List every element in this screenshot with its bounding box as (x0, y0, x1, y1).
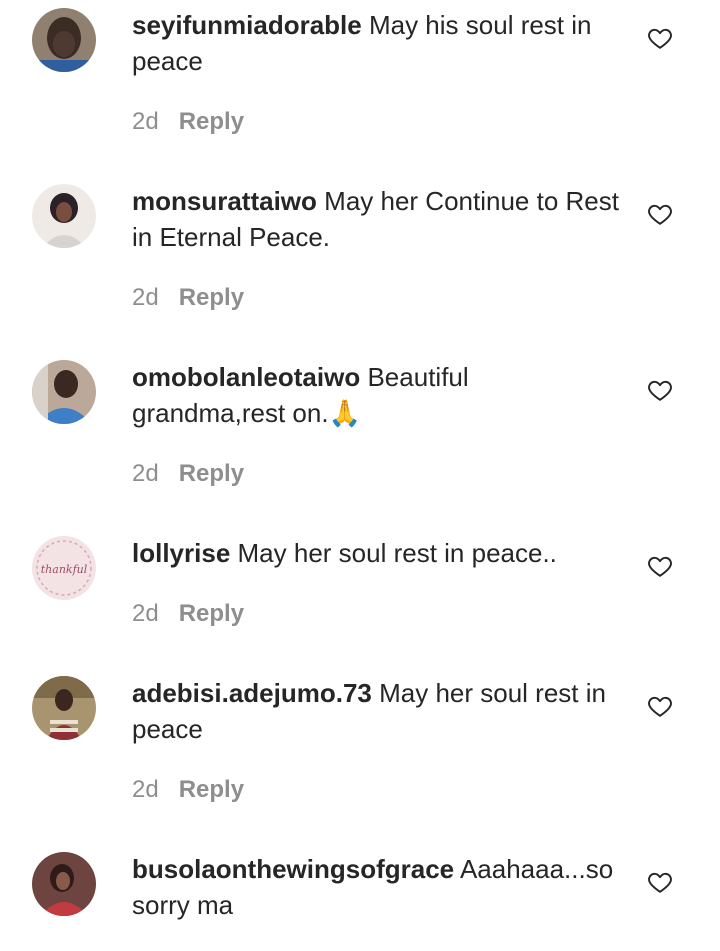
comment-timestamp: 2d (132, 460, 159, 487)
reply-button[interactable]: Reply (179, 776, 244, 803)
avatar[interactable] (32, 852, 96, 916)
avatar-text: thankful (41, 563, 88, 576)
comment-username[interactable]: lollyrise (132, 538, 230, 568)
comment-meta: 2d Reply (132, 599, 244, 629)
comment-text: seyifunmiadorable May his soul rest in p… (132, 7, 622, 79)
comment-meta: 2d Reply (132, 459, 244, 489)
avatar[interactable]: thankful (32, 536, 96, 600)
comment-timestamp: 2d (132, 776, 159, 803)
heart-outline-icon[interactable] (647, 693, 673, 719)
heart-outline-icon[interactable] (647, 869, 673, 895)
comment-text: adebisi.adejumo.73 May her soul rest in … (132, 675, 622, 747)
comment-username[interactable]: seyifunmiadorable (132, 10, 362, 40)
comment-text: lollyrise May her soul rest in peace.. (132, 535, 622, 571)
reply-button[interactable]: Reply (179, 600, 244, 627)
comment-timestamp: 2d (132, 108, 159, 135)
comment-username[interactable]: adebisi.adejumo.73 (132, 678, 372, 708)
comment-body: May her soul rest in peace.. (237, 538, 557, 568)
reply-button[interactable]: Reply (179, 460, 244, 487)
avatar[interactable] (32, 676, 96, 740)
heart-outline-icon[interactable] (647, 201, 673, 227)
heart-outline-icon[interactable] (647, 25, 673, 51)
reply-button[interactable]: Reply (179, 108, 244, 135)
comment-meta: 2d Reply (132, 775, 244, 805)
comment-username[interactable]: omobolanleotaiwo (132, 362, 360, 392)
comment-username[interactable]: busolaonthewingsofgrace (132, 854, 454, 884)
comment-text: omobolanleotaiwo Beautiful grandma,rest … (132, 359, 622, 431)
avatar[interactable] (32, 8, 96, 72)
avatar[interactable] (32, 184, 96, 248)
comment-timestamp: 2d (132, 600, 159, 627)
heart-outline-icon[interactable] (647, 553, 673, 579)
comment-username[interactable]: monsurattaiwo (132, 186, 317, 216)
comment-meta: 2d Reply (132, 283, 244, 313)
heart-outline-icon[interactable] (647, 377, 673, 403)
comment-timestamp: 2d (132, 284, 159, 311)
comment-text: monsurattaiwo May her Continue to Rest i… (132, 183, 622, 255)
reply-button[interactable]: Reply (179, 284, 244, 311)
avatar[interactable] (32, 360, 96, 424)
comment-text: busolaonthewingsofgrace Aaahaaa...so sor… (132, 851, 622, 923)
comment-meta: 2d Reply (132, 107, 244, 137)
